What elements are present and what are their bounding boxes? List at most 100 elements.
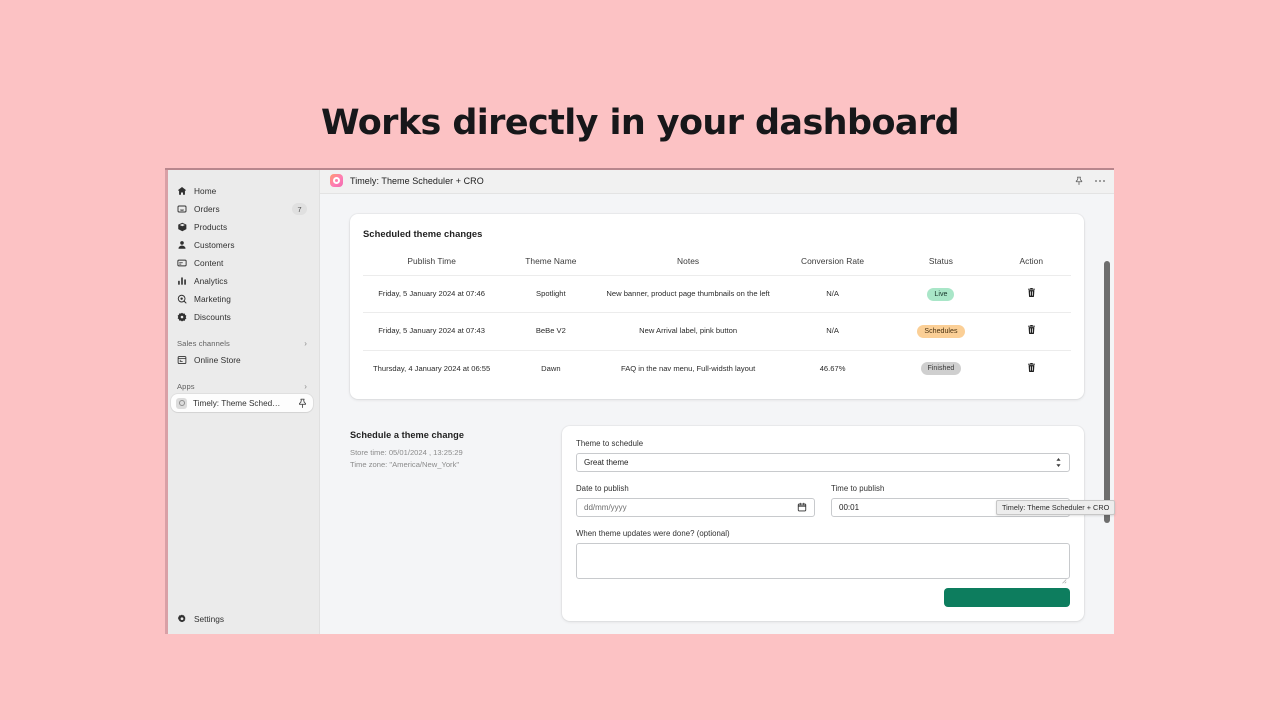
cell-status: Schedules bbox=[890, 312, 992, 350]
sidebar-item-label: Home bbox=[194, 186, 217, 196]
table-header-row: Publish Time Theme Name Notes Conversion… bbox=[363, 256, 1071, 276]
customers-icon bbox=[177, 240, 187, 250]
store-time-text: Store time: 05/01/2024 , 13:25:29 bbox=[350, 447, 463, 457]
pin-icon[interactable] bbox=[1074, 176, 1084, 186]
ellipsis-icon[interactable] bbox=[1094, 176, 1106, 186]
cell-conversion-rate: N/A bbox=[774, 312, 891, 350]
column-header-status: Status bbox=[928, 256, 953, 266]
sidebar-section-sales-channels[interactable]: Sales channels › bbox=[165, 335, 319, 351]
cell-publish-time: Friday, 5 January 2024 at 07:43 bbox=[363, 312, 501, 350]
submit-row bbox=[576, 579, 1070, 607]
column-header-conversion-rate: Conversion Rate bbox=[801, 256, 865, 266]
column-header-publish-time: Publish Time bbox=[407, 256, 456, 266]
date-label: Date to publish bbox=[576, 483, 629, 493]
store-icon bbox=[177, 355, 187, 365]
date-placeholder: dd/mm/yyyy bbox=[584, 502, 627, 512]
date-field-group: Date to publish dd/mm/yyyy bbox=[576, 484, 815, 517]
sidebar-item-settings[interactable]: Settings bbox=[171, 610, 313, 628]
table-row: Friday, 5 January 2024 at 07:43 BeBe V2 … bbox=[363, 312, 1071, 350]
schedule-submit-button[interactable] bbox=[944, 587, 1070, 607]
cell-status: Live bbox=[890, 274, 992, 313]
sidebar-item-customers[interactable]: Customers bbox=[171, 236, 313, 254]
schedule-heading: Schedule a theme change bbox=[350, 429, 464, 440]
scrollbar-track[interactable] bbox=[1102, 195, 1113, 634]
table-row: Thursday, 4 January 2024 at 06:55 Dawn F… bbox=[363, 349, 1071, 387]
sidebar-item-timely-app[interactable]: Timely: Theme Sched… bbox=[171, 394, 313, 412]
sidebar-section-apps[interactable]: Apps › bbox=[165, 378, 319, 394]
cell-action bbox=[991, 312, 1071, 350]
schedule-form-card: Theme to schedule Great theme Date to pu… bbox=[562, 425, 1084, 621]
date-input[interactable]: dd/mm/yyyy bbox=[576, 497, 815, 517]
products-icon bbox=[177, 222, 187, 232]
notes-textarea[interactable] bbox=[576, 542, 1070, 584]
content-icon bbox=[177, 258, 187, 268]
table-row: Friday, 5 January 2024 at 07:46 Spotligh… bbox=[363, 274, 1071, 313]
topbar-actions bbox=[1074, 176, 1106, 186]
app-icon bbox=[330, 174, 343, 187]
app-tooltip: Timely: Theme Scheduler + CRO bbox=[996, 500, 1116, 515]
cell-conversion-rate: 46.67% bbox=[774, 349, 891, 387]
cell-notes: New banner, product page thumbnails on t… bbox=[601, 274, 775, 313]
theme-select-label: Theme to schedule bbox=[576, 438, 644, 448]
sidebar-item-marketing[interactable]: Marketing bbox=[171, 290, 313, 308]
sidebar-item-label: Content bbox=[194, 258, 224, 268]
cell-conversion-rate: N/A bbox=[774, 274, 891, 313]
cell-theme-name: BeBe V2 bbox=[500, 312, 602, 350]
notes-label: When theme updates were done? (optional) bbox=[576, 528, 730, 538]
sidebar-item-analytics[interactable]: Analytics bbox=[171, 272, 313, 290]
calendar-icon[interactable] bbox=[797, 502, 807, 512]
gear-icon bbox=[177, 614, 187, 624]
card-title: Scheduled theme changes bbox=[363, 228, 483, 239]
sidebar-item-home[interactable]: Home bbox=[171, 182, 313, 200]
sidebar: Home Orders 7 Products Customers Content… bbox=[165, 168, 320, 634]
status-badge: Finished bbox=[920, 362, 962, 376]
theme-select-value: Great theme bbox=[584, 457, 629, 467]
delete-icon[interactable] bbox=[1026, 324, 1037, 335]
sidebar-item-online-store[interactable]: Online Store bbox=[171, 351, 313, 369]
resize-handle-icon[interactable] bbox=[1061, 571, 1067, 584]
sidebar-item-content[interactable]: Content bbox=[171, 254, 313, 272]
sidebar-item-label: Customers bbox=[194, 240, 235, 250]
column-header-notes: Notes bbox=[677, 256, 700, 266]
time-label: Time to publish bbox=[831, 483, 885, 493]
select-stepper-icon bbox=[1055, 457, 1062, 468]
sidebar-item-orders[interactable]: Orders 7 bbox=[171, 200, 313, 218]
chevron-right-icon: › bbox=[304, 381, 307, 391]
cell-action bbox=[991, 349, 1071, 387]
cell-theme-name: Spotlight bbox=[500, 274, 602, 313]
sidebar-item-label: Analytics bbox=[194, 276, 228, 286]
status-badge: Live bbox=[927, 287, 955, 301]
delete-icon[interactable] bbox=[1026, 362, 1037, 373]
cell-notes: New Arrival label, pink button bbox=[601, 312, 775, 350]
sidebar-item-discounts[interactable]: Discounts bbox=[171, 308, 313, 326]
theme-select[interactable]: Great theme bbox=[576, 452, 1070, 472]
scheduled-changes-card: Scheduled theme changes Publish Time The… bbox=[350, 214, 1084, 399]
sidebar-item-products[interactable]: Products bbox=[171, 218, 313, 236]
sidebar-item-label: Online Store bbox=[194, 355, 241, 365]
orders-badge: 7 bbox=[292, 203, 307, 215]
cell-theme-name: Dawn bbox=[500, 349, 602, 387]
sidebar-item-label: Settings bbox=[194, 614, 224, 624]
orders-icon bbox=[177, 204, 187, 214]
window-top-accent-edge bbox=[165, 168, 1114, 170]
page-title: Works directly in your dashboard bbox=[320, 103, 960, 143]
cell-publish-time: Thursday, 4 January 2024 at 06:55 bbox=[363, 349, 501, 387]
scrollbar-thumb[interactable] bbox=[1104, 261, 1110, 523]
pin-icon[interactable] bbox=[297, 398, 308, 409]
column-header-theme-name: Theme Name bbox=[525, 256, 577, 266]
home-icon bbox=[177, 186, 187, 196]
analytics-icon bbox=[177, 276, 187, 286]
delete-icon[interactable] bbox=[1026, 287, 1037, 298]
window-left-accent-edge bbox=[165, 168, 168, 634]
time-zone-text: Time zone: "America/New_York" bbox=[350, 459, 460, 469]
sidebar-item-label: Orders bbox=[194, 204, 220, 214]
app-icon bbox=[176, 397, 187, 409]
section-label: Sales channels bbox=[177, 338, 230, 348]
cell-notes: FAQ in the nav menu, Full-widsth layout bbox=[601, 349, 775, 387]
sidebar-item-label: Timely: Theme Sched… bbox=[193, 398, 281, 408]
column-header-action: Action bbox=[1019, 256, 1044, 266]
cell-status: Finished bbox=[890, 349, 992, 387]
app-title: Timely: Theme Scheduler + CRO bbox=[350, 175, 484, 186]
sidebar-item-label: Discounts bbox=[194, 312, 231, 322]
section-label: Apps bbox=[177, 381, 195, 391]
